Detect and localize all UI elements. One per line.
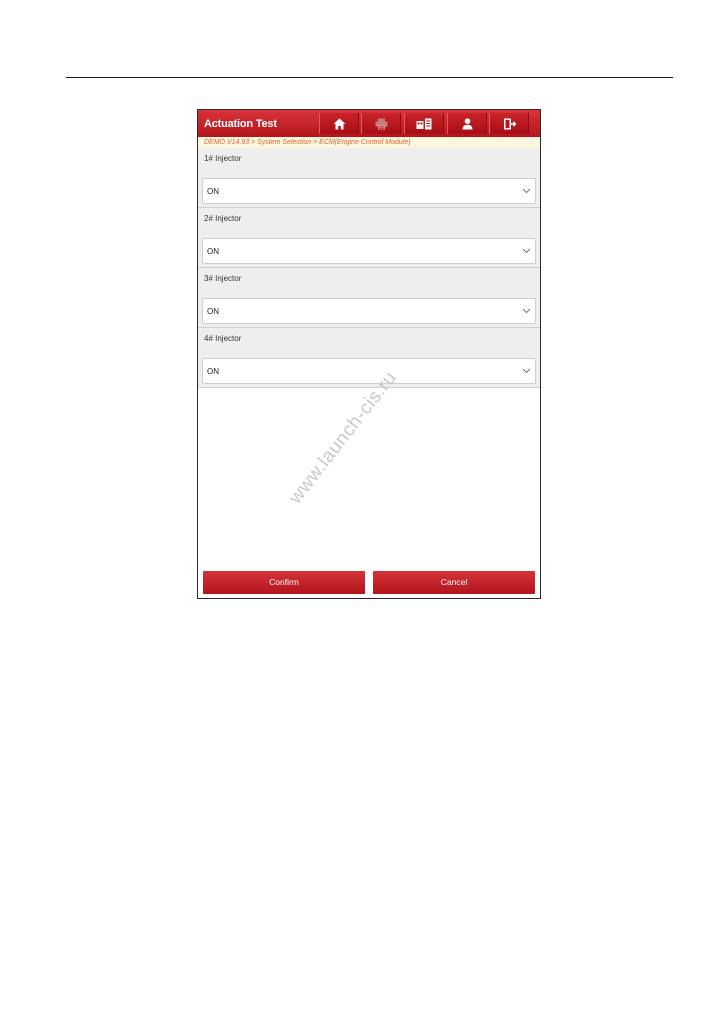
injector-1-select[interactable]: ON [202,178,536,204]
home-icon [333,118,345,129]
injector-3-label: 3# Injector [204,274,242,283]
device-screen: Actuation Test DEMO V14.93 > System Sele… [197,109,541,599]
print-icon [375,118,387,129]
injector-4-group: 4# Injector ON [198,328,540,388]
injector-4-label: 4# Injector [204,334,242,343]
injector-1-group: 1# Injector ON [198,148,540,208]
page-header-rule [66,77,673,78]
injector-3-value: ON [207,307,219,316]
chevron-down-icon [522,248,531,254]
injector-2-label: 2# Injector [204,214,242,223]
cancel-button[interactable]: Cancel [373,571,535,594]
user-button[interactable] [447,113,487,134]
title-bar: Actuation Test [198,110,540,137]
chevron-down-icon [522,368,531,374]
injector-1-value: ON [207,187,219,196]
home-button[interactable] [319,113,359,134]
injector-4-select[interactable]: ON [202,358,536,384]
vehicle-info-icon [416,118,432,129]
chevron-down-icon [522,188,531,194]
breadcrumb: DEMO V14.93 > System Selection > ECM(Eng… [198,137,540,148]
user-icon [462,117,472,129]
injector-2-select[interactable]: ON [202,238,536,264]
injector-3-group: 3# Injector ON [198,268,540,328]
confirm-button[interactable]: Confirm [203,571,365,594]
injector-2-group: 2# Injector ON [198,208,540,268]
vehicle-info-button[interactable] [404,113,444,134]
chevron-down-icon [522,308,531,314]
exit-button[interactable] [489,113,529,134]
injector-2-value: ON [207,247,219,256]
injector-3-select[interactable]: ON [202,298,536,324]
exit-icon [503,118,516,129]
injector-1-label: 1# Injector [204,154,242,163]
page-title: Actuation Test [204,118,277,130]
print-button[interactable] [361,113,401,134]
injector-4-value: ON [207,367,219,376]
